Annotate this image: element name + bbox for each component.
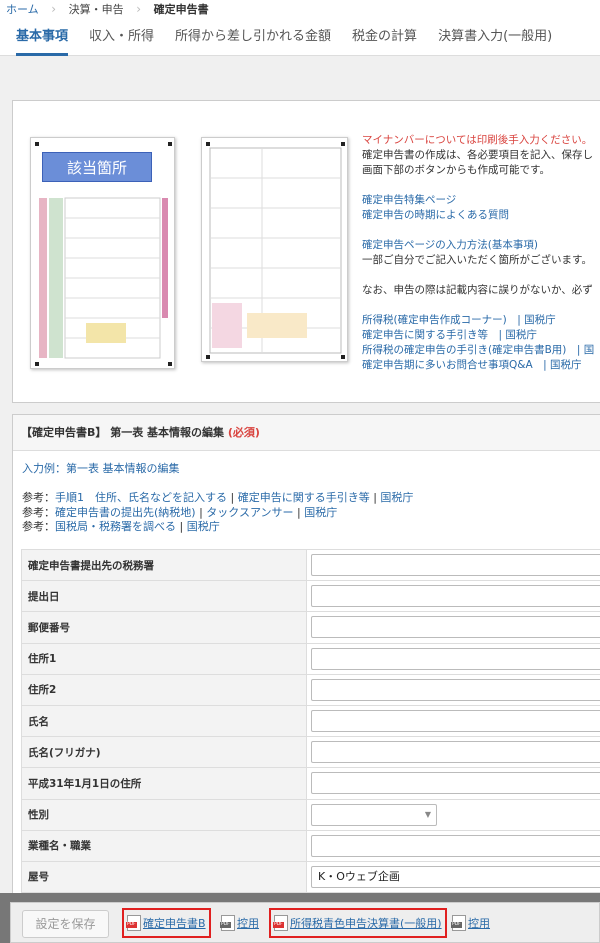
pdf-copy-link[interactable]: PDF 控用 xyxy=(220,908,259,938)
nta-link[interactable]: 確定申告に関する手引き等 | 国税庁 xyxy=(362,329,537,341)
address1-input[interactable] xyxy=(311,647,600,670)
pdf-blue-return-link[interactable]: PDF 所得税青色申告決算書(一般用) xyxy=(269,908,447,938)
pdf-blue-return-label: 所得税青色申告決算書(一般用) xyxy=(290,917,442,930)
form-title: 【確定申告書B】 第一表 基本情報の編集 xyxy=(21,426,225,439)
table-row: 業種名・職業 xyxy=(21,829,600,862)
pdf-form-b-label: 確定申告書B xyxy=(143,917,206,930)
basic-info-form: 【確定申告書B】 第一表 基本情報の編集 (必須) 入力例：第一表 基本情報の編… xyxy=(12,414,600,943)
field-label: 確定申告書提出先の税務署 xyxy=(21,548,307,582)
pdf-icon: PDF xyxy=(451,915,466,931)
breadcrumb-settlement[interactable]: 決算・申告 xyxy=(69,1,124,17)
tab-tax-calc[interactable]: 税金の計算 xyxy=(352,18,417,56)
chevron-down-icon: ▼ xyxy=(424,809,431,819)
highlighted-area: 該当箇所 xyxy=(42,152,152,182)
tab-income[interactable]: 収入・所得 xyxy=(89,18,154,56)
nta-link[interactable]: 所得税の確定申告の手引き(確定申告書B用) | 国 xyxy=(362,344,594,356)
field-label: 平成31年1月1日の住所 xyxy=(21,767,307,800)
reference-row: 参考：手順1 住所、氏名などを記入する | 確定申告に関する手引き等 | 国税庁 xyxy=(22,491,414,504)
tab-basic[interactable]: 基本事項 xyxy=(16,18,69,56)
ref-link[interactable]: 手順1 住所、氏名などを記入する xyxy=(55,491,227,504)
field-label: 氏名 xyxy=(21,704,307,738)
pdf-icon: PDF xyxy=(220,915,235,931)
reference-row: 参考：確定申告書の提出先(納税地) | タックスアンサー | 国税庁 xyxy=(22,505,338,519)
chevron-right-icon: › xyxy=(136,2,142,16)
pdf-copy-label: 控用 xyxy=(468,917,490,930)
tax-office-input[interactable] xyxy=(311,554,600,577)
form-b-page1-thumbnail: 該当箇所 xyxy=(30,137,175,369)
field-label: 提出日 xyxy=(21,580,307,613)
ref-link[interactable]: タックスアンサー xyxy=(206,506,293,519)
info-line: 確定申告書の作成は、各必要項目を記入、保存し xyxy=(362,149,593,161)
ref-link[interactable]: 国税庁 xyxy=(380,491,413,504)
form-header: 【確定申告書B】 第一表 基本情報の編集 (必須) xyxy=(13,415,600,451)
reference-links: 参考：手順1 住所、氏名などを記入する | 確定申告に関する手引き等 | 国税庁… xyxy=(22,491,413,535)
nta-link[interactable]: 確定申告期に多いお問合せ事項Q&A | 国税庁 xyxy=(362,359,582,371)
field-label: 住所1 xyxy=(21,642,307,675)
pdf-copy-link[interactable]: PDF 控用 xyxy=(451,908,490,938)
pdf-icon: PDF xyxy=(126,915,141,931)
table-row: 平成31年1月1日の住所 xyxy=(21,767,600,800)
info-line: 一部ご自分でご記入いただく箇所がございます。 xyxy=(362,254,592,266)
table-row: 住所2 xyxy=(21,673,600,706)
occupation-input[interactable] xyxy=(311,834,600,857)
example-link[interactable]: 入力例：第一表 基本情報の編集 xyxy=(22,460,180,476)
table-row: 郵便番号 xyxy=(21,611,600,644)
table-row: 住所1 xyxy=(21,642,600,675)
ref-link[interactable]: 確定申告書の提出先(納税地) xyxy=(55,506,196,519)
field-label: 住所2 xyxy=(21,673,307,706)
field-label: 屋号 xyxy=(21,860,307,894)
reference-row: 参考：国税局・税務署を調べる | 国税庁 xyxy=(22,520,220,533)
required-badge: (必須) xyxy=(227,426,260,439)
table-row: 確定申告書提出先の税務署 xyxy=(21,548,600,582)
info-line: 画面下部のボタンからも作成可能です。 xyxy=(362,164,550,176)
tab-deductions[interactable]: 所得から差し引かれる金額 xyxy=(175,18,331,56)
pdf-form-b-link[interactable]: PDF 確定申告書B xyxy=(122,908,211,938)
bottom-action-bar: 設定を保存 PDF 確定申告書B PDF 控用 PDF 所得税青色申告決算書(一… xyxy=(0,893,600,943)
ref-link[interactable]: 国税庁 xyxy=(187,520,220,533)
jan1-address-input[interactable] xyxy=(311,772,600,795)
info-panel: 該当箇所 マイナンバーについては印刷後手入力ください。 確定申告書の作成は、各必… xyxy=(12,100,600,403)
special-page-link[interactable]: 確定申告特集ページ xyxy=(362,194,456,206)
form-b-page2-thumbnail xyxy=(201,137,348,362)
info-text: マイナンバーについては印刷後手入力ください。 確定申告書の作成は、各必要項目を記… xyxy=(362,133,600,373)
field-label: 性別 xyxy=(21,798,307,831)
tab-bar: 基本事項 収入・所得 所得から差し引かれる金額 税金の計算 決算書入力(一般用) xyxy=(0,18,600,56)
tab-statement[interactable]: 決算書入力(一般用) xyxy=(438,18,552,56)
postal-code-input[interactable] xyxy=(311,616,600,639)
trade-name-input[interactable]: K・Oウェブ企画 xyxy=(311,865,600,888)
field-label: 氏名(フリガナ) xyxy=(21,736,307,769)
info-line: なお、申告の際は記載内容に誤りがないか、必ず xyxy=(362,284,593,296)
fields-table: 確定申告書提出先の税務署 提出日 郵便番号 住所1 住所2 氏名 氏名(フリガナ… xyxy=(21,548,600,894)
table-row: 氏名 xyxy=(21,704,600,738)
table-row: 性別 ▼ xyxy=(21,798,600,831)
breadcrumb: ホーム › 決算・申告 › 確定申告書 xyxy=(0,0,600,18)
ref-link[interactable]: 国税庁 xyxy=(304,506,337,519)
name-input[interactable] xyxy=(311,710,600,733)
mynumber-notice: マイナンバーについては印刷後手入力ください。 xyxy=(362,134,593,146)
submission-date-input[interactable] xyxy=(311,585,600,608)
table-row: 屋号 K・Oウェブ企画 xyxy=(21,860,600,894)
chevron-right-icon: › xyxy=(51,2,57,16)
ref-label: 参考： xyxy=(22,491,55,504)
ref-label: 参考： xyxy=(22,505,55,519)
nta-link[interactable]: 所得税(確定申告作成コーナー) | 国税庁 xyxy=(362,314,556,326)
name-kana-input[interactable] xyxy=(311,741,600,764)
faq-link[interactable]: 確定申告の時期によくある質問 xyxy=(362,209,509,221)
table-row: 氏名(フリガナ) xyxy=(21,736,600,769)
breadcrumb-home[interactable]: ホーム xyxy=(6,1,39,17)
pdf-icon: PDF xyxy=(273,915,288,931)
ref-link[interactable]: 確定申告に関する手引き等 xyxy=(238,491,370,504)
save-button[interactable]: 設定を保存 xyxy=(22,910,109,938)
field-label: 業種名・職業 xyxy=(21,829,307,862)
address2-input[interactable] xyxy=(311,678,600,701)
gender-select[interactable]: ▼ xyxy=(311,803,437,826)
ref-link[interactable]: 国税局・税務署を調べる xyxy=(55,520,176,533)
field-label: 郵便番号 xyxy=(21,611,307,644)
howto-link[interactable]: 確定申告ページの入力方法(基本事項) xyxy=(362,239,538,251)
pdf-copy-label: 控用 xyxy=(237,917,259,930)
breadcrumb-current: 確定申告書 xyxy=(153,3,209,16)
table-row: 提出日 xyxy=(21,580,600,613)
action-container: 設定を保存 PDF 確定申告書B PDF 控用 PDF 所得税青色申告決算書(一… xyxy=(10,902,600,943)
ref-label: 参考： xyxy=(22,520,55,533)
